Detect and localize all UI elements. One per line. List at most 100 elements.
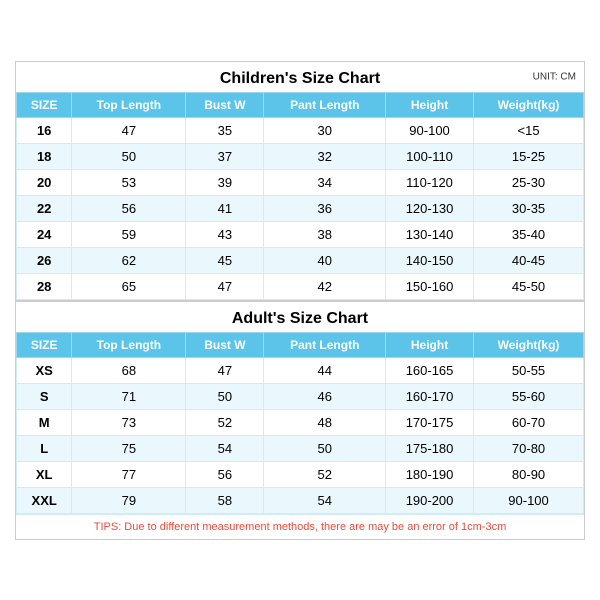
table-cell: 77 xyxy=(72,461,186,487)
table-cell: 52 xyxy=(186,409,264,435)
children-table-body: 1647353090-100<1518503732100-11015-25205… xyxy=(17,117,584,299)
adults-header-cell: Bust W xyxy=(186,332,264,357)
table-cell: XXL xyxy=(17,487,72,513)
children-header-cell: Bust W xyxy=(186,92,264,117)
table-cell: 34 xyxy=(264,169,386,195)
children-section-title: Children's Size Chart UNIT: CM xyxy=(16,62,584,92)
children-table-header: SIZETop LengthBust WPant LengthHeightWei… xyxy=(17,92,584,117)
table-cell: 55-60 xyxy=(474,383,584,409)
table-cell: 70-80 xyxy=(474,435,584,461)
table-cell: 175-180 xyxy=(386,435,474,461)
table-cell: 40-45 xyxy=(474,247,584,273)
table-cell: 42 xyxy=(264,273,386,299)
table-cell: M xyxy=(17,409,72,435)
adults-table-body: XS684744160-16550-55S715046160-17055-60M… xyxy=(17,357,584,513)
table-row: XL775652180-19080-90 xyxy=(17,461,584,487)
table-cell: 100-110 xyxy=(386,143,474,169)
adults-header-cell: Pant Length xyxy=(264,332,386,357)
adults-header-cell: SIZE xyxy=(17,332,72,357)
table-cell: 43 xyxy=(186,221,264,247)
table-cell: 190-200 xyxy=(386,487,474,513)
adults-header-cell: Weight(kg) xyxy=(474,332,584,357)
table-cell: 50-55 xyxy=(474,357,584,383)
unit-label: UNIT: CM xyxy=(533,71,576,82)
table-cell: 65 xyxy=(72,273,186,299)
size-chart-container: Children's Size Chart UNIT: CM SIZETop L… xyxy=(15,61,585,540)
adults-table-header: SIZETop LengthBust WPant LengthHeightWei… xyxy=(17,332,584,357)
table-row: 1647353090-100<15 xyxy=(17,117,584,143)
table-cell: 45 xyxy=(186,247,264,273)
adults-header-cell: Height xyxy=(386,332,474,357)
table-cell: 58 xyxy=(186,487,264,513)
table-row: L755450175-18070-80 xyxy=(17,435,584,461)
table-row: 24594338130-14035-40 xyxy=(17,221,584,247)
children-header-cell: Top Length xyxy=(72,92,186,117)
table-cell: 50 xyxy=(186,383,264,409)
table-cell: 47 xyxy=(186,357,264,383)
table-cell: 56 xyxy=(186,461,264,487)
table-cell: 54 xyxy=(264,487,386,513)
table-cell: 26 xyxy=(17,247,72,273)
table-cell: 130-140 xyxy=(386,221,474,247)
table-row: 22564136120-13030-35 xyxy=(17,195,584,221)
tips-text: TIPS: Due to different measurement metho… xyxy=(16,514,584,539)
table-cell: 140-150 xyxy=(386,247,474,273)
table-cell: S xyxy=(17,383,72,409)
table-row: M735248170-17560-70 xyxy=(17,409,584,435)
table-cell: 170-175 xyxy=(386,409,474,435)
table-cell: <15 xyxy=(474,117,584,143)
table-cell: 47 xyxy=(72,117,186,143)
adults-table: SIZETop LengthBust WPant LengthHeightWei… xyxy=(16,332,584,514)
table-row: 20533934110-12025-30 xyxy=(17,169,584,195)
table-cell: 80-90 xyxy=(474,461,584,487)
table-cell: 36 xyxy=(264,195,386,221)
table-cell: 25-30 xyxy=(474,169,584,195)
table-cell: 60-70 xyxy=(474,409,584,435)
table-cell: 90-100 xyxy=(386,117,474,143)
table-cell: 150-160 xyxy=(386,273,474,299)
table-cell: 30-35 xyxy=(474,195,584,221)
table-cell: 40 xyxy=(264,247,386,273)
children-header-cell: Weight(kg) xyxy=(474,92,584,117)
table-cell: 50 xyxy=(72,143,186,169)
table-cell: 41 xyxy=(186,195,264,221)
table-cell: 120-130 xyxy=(386,195,474,221)
adults-title-text: Adult's Size Chart xyxy=(232,310,368,327)
children-title-text: Children's Size Chart xyxy=(220,70,380,87)
table-cell: 45-50 xyxy=(474,273,584,299)
table-row: S715046160-17055-60 xyxy=(17,383,584,409)
children-header-row: SIZETop LengthBust WPant LengthHeightWei… xyxy=(17,92,584,117)
table-cell: 50 xyxy=(264,435,386,461)
table-cell: 110-120 xyxy=(386,169,474,195)
table-cell: 79 xyxy=(72,487,186,513)
table-cell: 47 xyxy=(186,273,264,299)
table-cell: 90-100 xyxy=(474,487,584,513)
table-cell: XL xyxy=(17,461,72,487)
children-header-cell: Height xyxy=(386,92,474,117)
table-row: 28654742150-16045-50 xyxy=(17,273,584,299)
table-cell: 160-170 xyxy=(386,383,474,409)
table-cell: 59 xyxy=(72,221,186,247)
table-cell: 22 xyxy=(17,195,72,221)
table-cell: 15-25 xyxy=(474,143,584,169)
table-cell: 20 xyxy=(17,169,72,195)
table-cell: 62 xyxy=(72,247,186,273)
children-table: SIZETop LengthBust WPant LengthHeightWei… xyxy=(16,92,584,300)
adults-section-title: Adult's Size Chart xyxy=(16,300,584,332)
children-header-cell: SIZE xyxy=(17,92,72,117)
adults-header-row: SIZETop LengthBust WPant LengthHeightWei… xyxy=(17,332,584,357)
table-cell: 68 xyxy=(72,357,186,383)
table-cell: 32 xyxy=(264,143,386,169)
table-cell: 71 xyxy=(72,383,186,409)
table-cell: 39 xyxy=(186,169,264,195)
table-cell: XS xyxy=(17,357,72,383)
children-header-cell: Pant Length xyxy=(264,92,386,117)
table-cell: 56 xyxy=(72,195,186,221)
table-cell: 24 xyxy=(17,221,72,247)
table-cell: 30 xyxy=(264,117,386,143)
table-cell: 44 xyxy=(264,357,386,383)
table-cell: 73 xyxy=(72,409,186,435)
table-cell: 38 xyxy=(264,221,386,247)
table-cell: 52 xyxy=(264,461,386,487)
table-row: 18503732100-11015-25 xyxy=(17,143,584,169)
